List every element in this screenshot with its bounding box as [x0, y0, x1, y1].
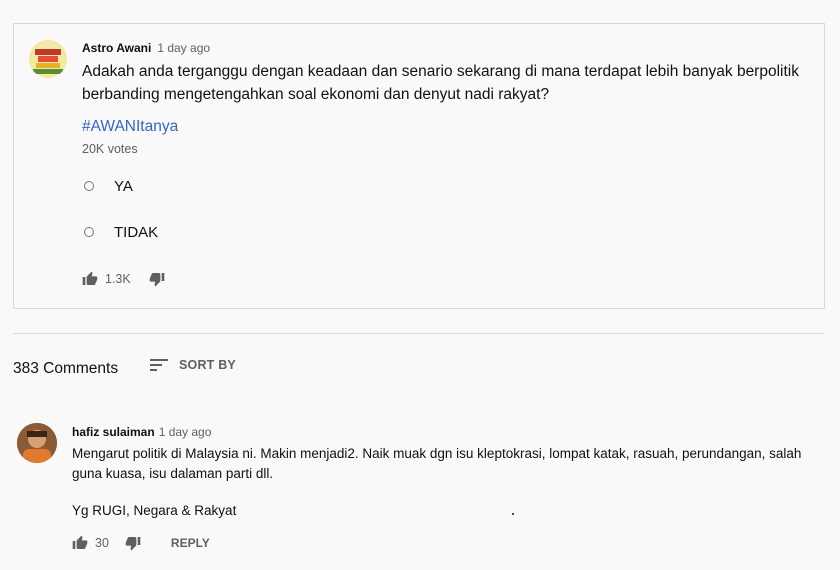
hashtag-link[interactable]: #AWANItanya [82, 118, 178, 136]
comment-dislike-button[interactable] [125, 535, 141, 551]
commenter-avatar[interactable] [17, 423, 57, 463]
poll-option-tidak[interactable]: TIDAK [84, 222, 158, 242]
post-author[interactable]: Astro Awani [82, 41, 151, 55]
sort-icon [150, 359, 168, 371]
section-divider [13, 333, 825, 334]
poll-option-ya[interactable]: YA [84, 176, 133, 196]
post-actions: 1.3K [82, 271, 165, 287]
thumbs-down-icon [125, 537, 141, 551]
post-like-count: 1.3K [105, 272, 131, 286]
post-header: Astro Awani 1 day ago [82, 41, 210, 55]
thumbs-up-icon [82, 271, 98, 285]
avatar-photo [17, 423, 57, 463]
comment-actions: 30 REPLY [72, 535, 210, 551]
dislike-button[interactable] [149, 271, 165, 287]
sort-by-button[interactable]: SORT BY [149, 357, 236, 373]
post-time[interactable]: 1 day ago [157, 41, 210, 55]
astro-awani-logo [29, 40, 67, 78]
comment-like-count: 30 [95, 536, 109, 550]
vote-count: 20K votes [82, 142, 138, 156]
sort-by-label: SORT BY [179, 358, 236, 372]
thumbs-up-icon [72, 535, 88, 549]
poll-option-label: YA [114, 177, 133, 195]
community-post-card: Astro Awani 1 day ago Adakah anda tergang… [13, 23, 825, 309]
post-text: Adakah anda terganggu dengan keadaan dan… [82, 63, 799, 103]
comment-author[interactable]: hafiz sulaiman [72, 425, 155, 439]
stray-dot [512, 513, 514, 515]
radio-button-icon[interactable] [84, 227, 94, 237]
reply-button[interactable]: REPLY [171, 536, 210, 550]
poll-option-label: TIDAK [114, 223, 159, 241]
comment-header: hafiz sulaiman 1 day ago [72, 425, 211, 439]
comment-text: Mengarut politik di Malaysia ni. Makin m… [72, 446, 802, 481]
like-button[interactable] [82, 271, 98, 287]
comment-like-button[interactable] [72, 535, 88, 551]
comment-time[interactable]: 1 day ago [159, 425, 212, 439]
thumbs-down-icon [149, 273, 165, 287]
comment-text-second-line: Yg RUGI, Negara & Rakyat [72, 503, 237, 518]
comments-count: 383 Comments [13, 360, 119, 377]
radio-button-icon[interactable] [84, 181, 94, 191]
channel-avatar[interactable] [29, 40, 67, 78]
